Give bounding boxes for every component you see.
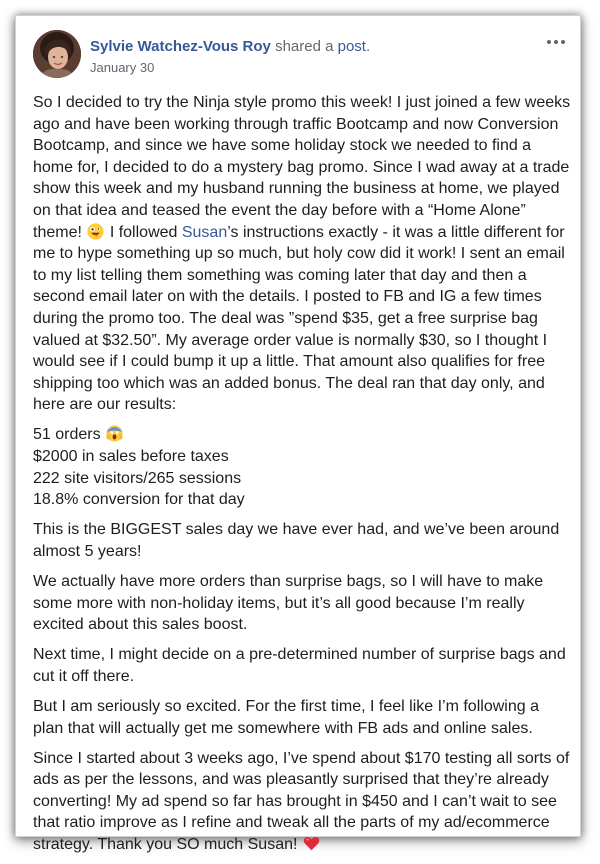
post-paragraph-6: Since I started about 3 weeks ago, I’ve …: [33, 748, 573, 856]
avatar-photo: [33, 30, 81, 78]
mention-link-susan[interactable]: Susan: [182, 224, 227, 241]
closing-text: Since I started about 3 weeks ago, I’ve …: [33, 749, 570, 853]
post-timestamp[interactable]: January 30: [90, 60, 154, 75]
more-dot: [561, 40, 565, 44]
intro-text-a: So I decided to try the Ninja style prom…: [33, 94, 571, 241]
screaming-face-emoji: [106, 425, 123, 442]
post-header: Sylvie Watchez-Vous Roy shared a post. J…: [33, 30, 568, 92]
more-options-icon[interactable]: [544, 34, 568, 50]
post-paragraph-5: But I am seriously so excited. For the f…: [33, 697, 539, 737]
more-dot: [554, 40, 558, 44]
result-sales: $2000 in sales before taxes: [33, 448, 229, 465]
post-paragraph-2: This is the BIGGEST sales day we have ev…: [33, 521, 560, 560]
result-conversion: 18.8% conversion for that day: [33, 491, 245, 509]
post-card: Sylvie Watchez-Vous Roy shared a post. J…: [15, 15, 581, 853]
intro-text-c: ’s instructions exactly - it was a littl…: [33, 223, 565, 414]
intro-text-b: I followed: [105, 223, 182, 241]
result-visitors: 222 site visitors/265 sessions: [33, 469, 242, 487]
post-paragraph-3: We actually have more orders than surpri…: [33, 572, 544, 634]
shared-prefix: shared a: [275, 38, 334, 55]
shared-post-text: shared a post.: [275, 38, 370, 55]
post-paragraph-4: Next time, I might decide on a pre-deter…: [33, 646, 566, 685]
result-orders: 51 orders: [33, 426, 101, 444]
post-paragraph-intro: So I decided to try the Ninja style prom…: [33, 92, 573, 416]
author-name-link[interactable]: Sylvie Watchez-Vous Roy: [90, 38, 271, 55]
results-block: 51 orders $2000 in sales before taxes 22…: [33, 424, 573, 510]
crazy-face-emoji: [87, 222, 104, 240]
shared-suffix: .: [365, 38, 371, 55]
red-heart-emoji: [303, 835, 320, 852]
author-line: Sylvie Watchez-Vous Roy shared a post.: [90, 38, 370, 56]
post-body: So I decided to try the Ninja style prom…: [33, 92, 573, 864]
more-dot: [547, 40, 551, 44]
post-link[interactable]: post: [338, 38, 366, 55]
avatar[interactable]: [33, 30, 81, 78]
